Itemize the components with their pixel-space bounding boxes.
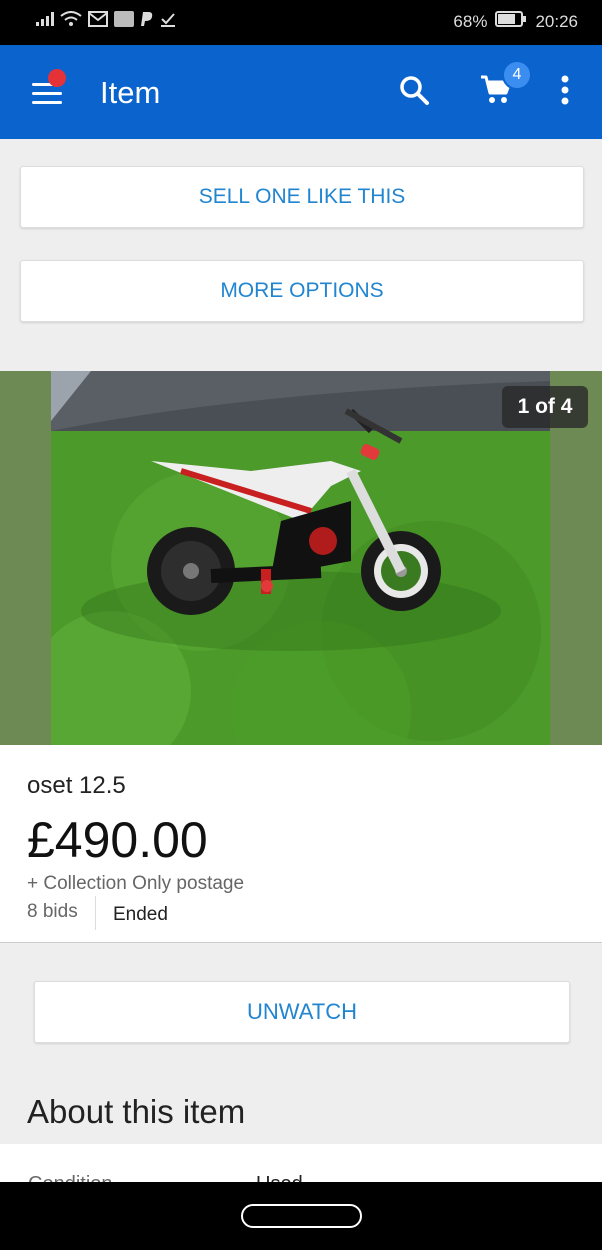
- sell-one-like-this-button[interactable]: SELL ONE LIKE THIS: [20, 166, 584, 228]
- page-title: Item: [100, 75, 161, 110]
- notification-dot: [48, 69, 66, 87]
- condition-label: Condition: [28, 1173, 113, 1182]
- status-bar: 68% 20:26: [0, 0, 602, 45]
- check-icon: [160, 11, 176, 31]
- menu-button[interactable]: [30, 69, 66, 111]
- bid-count[interactable]: 8 bids: [27, 901, 78, 923]
- overflow-menu-button[interactable]: [543, 70, 587, 114]
- postage-info: + Collection Only postage: [27, 873, 245, 894]
- item-summary: oset 12.5 £490.00 + Collection Only post…: [0, 745, 602, 943]
- item-price: £490.00: [27, 812, 208, 868]
- battery-icon: [495, 11, 527, 32]
- clock: 20:26: [535, 11, 578, 31]
- listing-status: Ended: [113, 904, 168, 925]
- item-title: oset 12.5: [27, 772, 126, 799]
- system-nav-bar: [0, 1182, 602, 1250]
- more-vert-icon: [561, 75, 569, 110]
- status-icons-right: 68% 20:26: [453, 11, 578, 32]
- search-icon: [398, 74, 430, 111]
- item-photo: [51, 371, 550, 745]
- search-button[interactable]: [392, 70, 436, 114]
- image-counter: 1 of 4: [502, 386, 588, 428]
- home-gesture-pill[interactable]: [241, 1204, 362, 1228]
- app-bar: Item 4: [0, 45, 602, 139]
- unwatch-button[interactable]: UNWATCH: [34, 981, 570, 1043]
- condition-value: Used: [256, 1173, 303, 1182]
- status-icons-left: [36, 11, 176, 31]
- item-specifics-card: Condition Used: [0, 1144, 602, 1182]
- about-section-title: About this item: [27, 1093, 246, 1130]
- signal-icon: [36, 12, 54, 30]
- cart-button[interactable]: 4: [474, 60, 532, 114]
- wifi-icon: [60, 11, 82, 31]
- battery-percent: 68%: [453, 11, 488, 31]
- divider: [95, 896, 96, 930]
- cart-count-badge: 4: [502, 60, 532, 90]
- mail-icon: [88, 11, 108, 31]
- paypal-icon: [140, 11, 154, 31]
- ebay-app-icon: [114, 11, 134, 31]
- more-options-button[interactable]: MORE OPTIONS: [20, 260, 584, 322]
